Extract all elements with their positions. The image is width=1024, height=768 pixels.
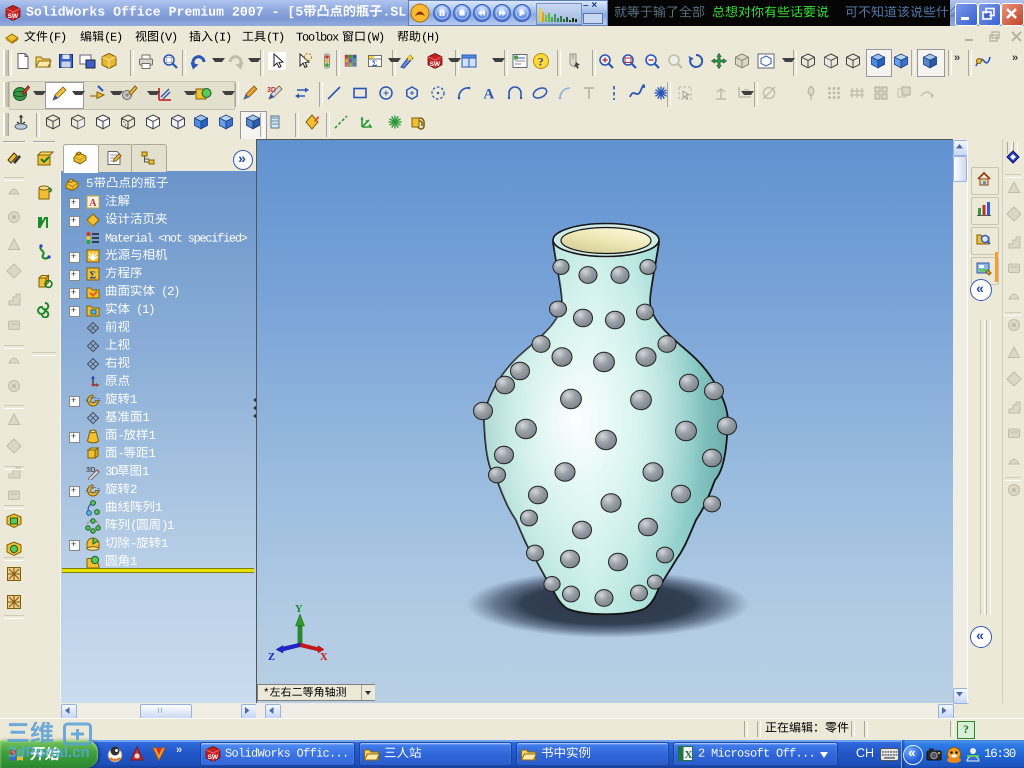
svg-text:A: A	[483, 87, 494, 103]
svg-text:Z: Z	[268, 652, 275, 662]
svg-text:?: ?	[538, 55, 544, 69]
svg-text:X: X	[685, 749, 693, 761]
svg-text:X: X	[320, 652, 328, 662]
svg-text:Y: Y	[295, 604, 303, 615]
svg-text:Σ: Σ	[372, 59, 377, 68]
svg-text:SW: SW	[208, 754, 219, 761]
svg-text:SW: SW	[8, 13, 19, 20]
svg-text:3D: 3D	[267, 87, 276, 94]
svg-text:SW: SW	[430, 61, 441, 68]
svg-text:A: A	[89, 198, 97, 209]
svg-text:Σ: Σ	[90, 271, 97, 282]
